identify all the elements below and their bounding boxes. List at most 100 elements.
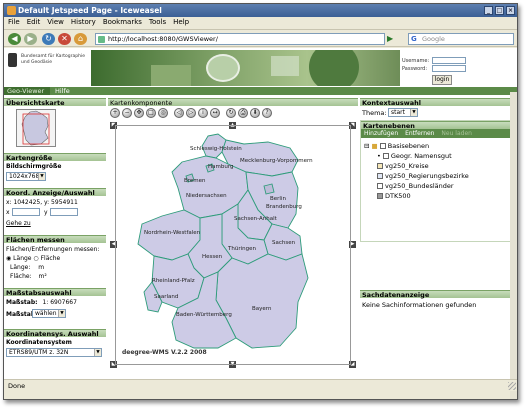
banner-image xyxy=(91,50,400,86)
state-label: Rheinland-Pfalz xyxy=(152,278,195,284)
left-sidebar: Übersichtskarte Kartengröße Bildschirmgr… xyxy=(4,98,106,378)
state-label: Schleswig-Holstein xyxy=(190,146,242,152)
collapse-icon[interactable]: ⊟ xyxy=(364,142,369,150)
reload-icon[interactable]: ↻ xyxy=(42,33,55,45)
state-label: Bremen xyxy=(184,178,206,184)
theme-label: Thema: xyxy=(362,109,387,117)
save-icon[interactable]: ⬇ xyxy=(250,108,260,118)
layer-checkbox[interactable] xyxy=(382,153,389,159)
maximize-button[interactable]: □ xyxy=(495,6,504,15)
tab-geo-viewer[interactable]: Geo-Viewer xyxy=(4,87,50,95)
radio-length[interactable]: ◉ xyxy=(6,255,11,262)
full-extent-icon[interactable]: ◎ xyxy=(158,108,168,118)
layer-checkbox[interactable] xyxy=(379,143,386,149)
status-bar: Done xyxy=(4,379,517,391)
info-icon[interactable]: i xyxy=(198,108,208,118)
menu-edit[interactable]: Edit xyxy=(27,17,41,28)
zoom-box-icon[interactable]: □ xyxy=(146,108,156,118)
menu-bookmarks[interactable]: Bookmarks xyxy=(103,17,142,28)
favicon-icon xyxy=(98,36,105,43)
coord-y-field[interactable] xyxy=(50,208,78,216)
login-button[interactable]: login xyxy=(432,75,452,85)
measure-header: Flächen messen xyxy=(4,235,106,244)
mapsize-sublabel: Bildschirmgröße xyxy=(6,163,62,170)
coord-header: Koord. Anzeige/Auswahl xyxy=(4,188,106,197)
length-label: Länge: xyxy=(10,264,31,271)
menu-help[interactable]: Help xyxy=(173,17,189,28)
zoom-in-icon[interactable]: + xyxy=(110,108,120,118)
tab-hilfe[interactable]: Hilfe xyxy=(52,87,80,95)
right-sidebar: Kontextauswahl Thema: start ▼ Karteneben… xyxy=(360,98,517,378)
menu-history[interactable]: History xyxy=(71,17,96,28)
scale-select[interactable]: wählen ▼ xyxy=(32,309,66,318)
state-label: Baden-Württemberg xyxy=(176,312,232,318)
goto-link[interactable]: Gehe zu xyxy=(6,220,31,227)
length-unit: m xyxy=(38,264,45,271)
coord-y-label: y xyxy=(44,209,48,216)
menu-tools[interactable]: Tools xyxy=(149,17,166,28)
stop-icon[interactable]: ✕ xyxy=(58,33,71,45)
state-label: Hamburg xyxy=(208,164,234,170)
layer-label: DTK500 xyxy=(385,192,411,200)
search-input[interactable]: G Google xyxy=(408,33,514,45)
resize-grip-icon[interactable] xyxy=(508,382,516,390)
forward-icon[interactable]: ▶ xyxy=(24,33,37,45)
remove-layer-button[interactable]: Entfernen xyxy=(405,130,434,137)
state-label: Saarland xyxy=(154,294,178,300)
url-bar[interactable]: http://localhost:8080/GWSViewer/ xyxy=(95,33,385,45)
map-header: Kartenkomponente xyxy=(108,98,358,107)
theme-select[interactable]: start ▼ xyxy=(388,108,418,117)
back-icon[interactable]: ◀ xyxy=(8,33,21,45)
menu-view[interactable]: View xyxy=(47,17,64,28)
radio-area-label: Fläche xyxy=(40,255,61,262)
page-scrollbar[interactable] xyxy=(510,92,517,399)
layer-label: vg250_Kreise xyxy=(385,162,429,170)
home-icon[interactable]: ⌂ xyxy=(74,33,87,45)
chevron-down-icon: ▼ xyxy=(410,109,417,116)
layer-checkbox[interactable] xyxy=(377,163,383,169)
go-arrow-icon[interactable]: ▶ xyxy=(387,34,397,44)
chevron-down-icon: ▼ xyxy=(58,310,65,317)
forward-view-icon[interactable]: ▷ xyxy=(186,108,196,118)
overview-germany-icon xyxy=(21,110,50,146)
add-layer-button[interactable]: Hinzufügen xyxy=(364,130,398,137)
coord-x-label: x xyxy=(6,209,10,216)
layer-checkbox[interactable] xyxy=(377,193,383,199)
url-text: http://localhost:8080/GWSViewer/ xyxy=(108,35,218,43)
refresh-icon[interactable]: ↻ xyxy=(226,108,236,118)
overview-map[interactable] xyxy=(16,109,56,147)
facts-text: Keine Sachinformationen gefunden xyxy=(362,301,477,309)
layer-checkbox[interactable] xyxy=(377,183,383,189)
scale-label: Maßstab: xyxy=(6,299,38,306)
coord-readout: x: 1042425, y: 5954911 xyxy=(6,199,78,206)
reload-layer-button[interactable]: Neu laden xyxy=(441,130,472,137)
map-view[interactable]: ◤ ▲ ◥ ◀ ▶ ◣ ▼ ◢ Schleswig-Holstein Meckl… xyxy=(110,122,356,368)
layer-checkbox[interactable] xyxy=(377,173,383,179)
mapsize-select[interactable]: 1024x768 ▼ xyxy=(6,172,46,181)
state-label: Thüringen xyxy=(227,246,256,252)
password-field[interactable] xyxy=(432,65,466,72)
measure-icon[interactable]: ↔ xyxy=(210,108,220,118)
radio-area[interactable]: ○ xyxy=(33,255,38,262)
state-label: Brandenburg xyxy=(266,204,302,210)
help-icon[interactable]: ? xyxy=(262,108,272,118)
pan-icon[interactable]: ✥ xyxy=(134,108,144,118)
logo-text: Bundesamt für Kartographie und Geodäsie xyxy=(21,54,86,65)
print-icon[interactable]: ⎙ xyxy=(238,108,248,118)
chevron-down-icon: ▼ xyxy=(94,349,101,356)
minimize-button[interactable]: _ xyxy=(484,6,493,15)
back-view-icon[interactable]: ◁ xyxy=(174,108,184,118)
menu-file[interactable]: File xyxy=(8,17,20,28)
zoom-out-icon[interactable]: − xyxy=(122,108,132,118)
area-label: Fläche: xyxy=(10,273,32,280)
state-label: Bayern xyxy=(252,306,272,312)
crs-select[interactable]: ETRS89/UTM z. 32N ▼ xyxy=(6,348,102,357)
username-field[interactable] xyxy=(432,57,466,64)
radio-length-label: Länge xyxy=(13,255,32,262)
eagle-icon xyxy=(8,53,17,67)
scale-header: Maßstabsauswahl xyxy=(4,288,106,297)
folder-icon: ■ xyxy=(371,142,378,150)
layer-label: vg250_Regierungsbezirke xyxy=(385,172,469,180)
close-button[interactable]: × xyxy=(506,6,515,15)
coord-x-field[interactable] xyxy=(12,208,40,216)
